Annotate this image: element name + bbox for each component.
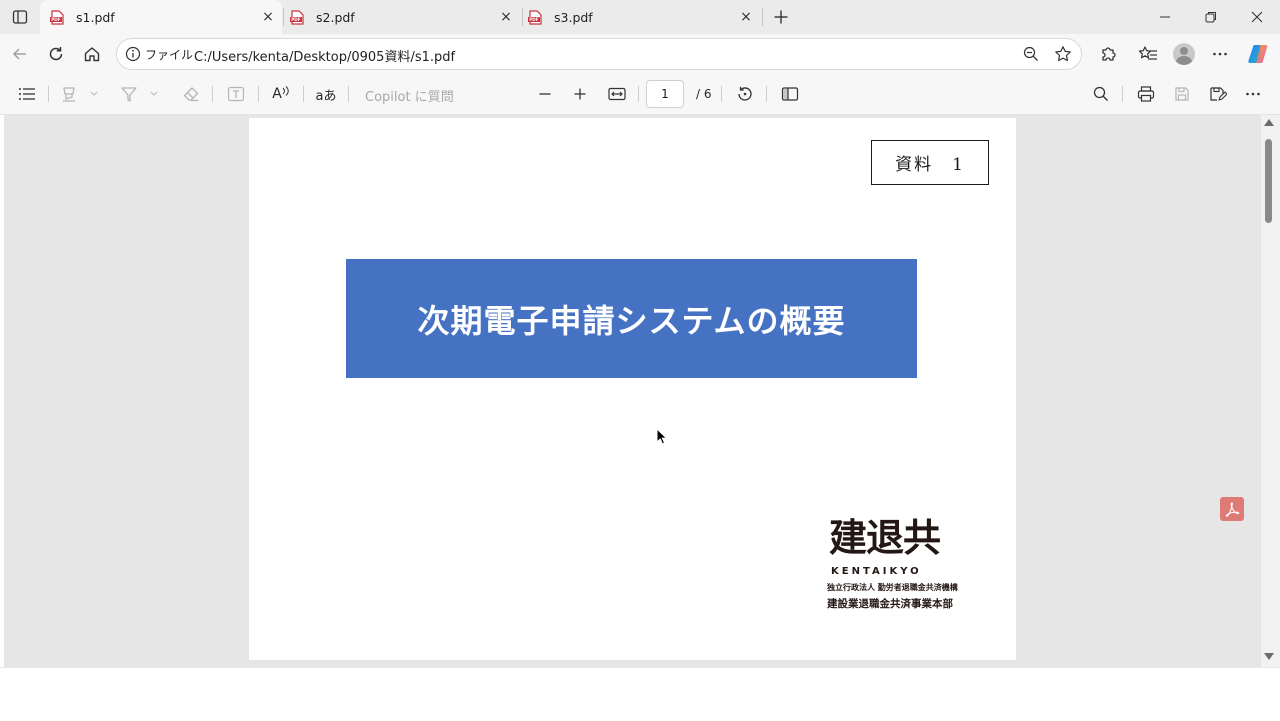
url-scheme-label: ファイル bbox=[145, 48, 194, 62]
highlight-icon[interactable] bbox=[58, 83, 80, 105]
document-number-box: 資料 1 bbox=[871, 140, 989, 185]
pdf-toolbar: A aあ Copilot に質問 1 / 6 bbox=[0, 74, 1280, 115]
logo-org-line2: 建設業退職金共済事業本部 bbox=[827, 598, 953, 610]
read-aloud-icon[interactable]: A bbox=[270, 83, 292, 105]
close-icon[interactable]: × bbox=[260, 9, 276, 25]
page-number-input[interactable]: 1 bbox=[646, 80, 684, 108]
chevron-down-icon[interactable] bbox=[146, 83, 162, 105]
pdf-viewer[interactable]: 資料 1 次期電子申請システムの概要 建退共 KENTAIKYO 独立行政法人 … bbox=[4, 115, 1261, 667]
logo-main-text: 建退共 bbox=[829, 516, 941, 560]
translate-label: aあ bbox=[315, 88, 337, 104]
window-close-icon[interactable] bbox=[1247, 7, 1267, 27]
zoom-out-minus-icon[interactable] bbox=[534, 83, 556, 105]
favorites-icon[interactable] bbox=[1136, 42, 1160, 66]
close-icon[interactable]: × bbox=[498, 9, 514, 25]
zoom-in-plus-icon[interactable] bbox=[569, 83, 591, 105]
window-bottom bbox=[0, 667, 1280, 721]
read-aloud-label: A bbox=[272, 86, 282, 102]
tab-s2[interactable]: PDF s2.pdf × bbox=[280, 0, 520, 34]
logo-org-line1: 独立行政法人 勤労者退職金共済機構 bbox=[827, 583, 958, 592]
draw-icon[interactable] bbox=[118, 83, 140, 105]
search-icon[interactable] bbox=[1090, 83, 1112, 105]
document-title: 次期電子申請システムの概要 bbox=[417, 301, 846, 340]
page-total: / 6 bbox=[696, 87, 712, 101]
refresh-icon[interactable] bbox=[44, 42, 68, 66]
minimize-icon[interactable] bbox=[1155, 7, 1175, 27]
pdf-page: 資料 1 次期電子申請システムの概要 建退共 KENTAIKYO 独立行政法人 … bbox=[249, 118, 1016, 660]
zoom-out-icon[interactable] bbox=[1021, 44, 1041, 64]
toolbar-divider bbox=[212, 86, 213, 102]
pdf-file-icon: PDF bbox=[528, 9, 542, 25]
tab-divider bbox=[762, 8, 763, 26]
toolbar-divider bbox=[258, 86, 259, 102]
svg-text:PDF: PDF bbox=[51, 17, 61, 22]
close-icon[interactable]: × bbox=[738, 9, 754, 25]
logo-romaji: KENTAIKYO bbox=[831, 566, 922, 577]
info-icon[interactable] bbox=[125, 46, 141, 62]
toolbar-divider bbox=[638, 86, 639, 102]
address-bar[interactable]: ファイル C:/Users/kenta/Desktop/0905資料/s1.pd… bbox=[116, 38, 1082, 70]
text-icon[interactable] bbox=[225, 83, 247, 105]
toolbar-divider bbox=[1122, 86, 1123, 102]
tab-title: s1.pdf bbox=[76, 9, 115, 25]
toolbar-divider bbox=[348, 86, 349, 102]
pdf-file-icon: PDF bbox=[50, 9, 64, 25]
tab-title: s3.pdf bbox=[554, 9, 593, 25]
print-icon[interactable] bbox=[1135, 83, 1157, 105]
more-icon[interactable] bbox=[1242, 83, 1264, 105]
url-text[interactable]: C:/Users/kenta/Desktop/0905資料/s1.pdf bbox=[194, 46, 455, 65]
scroll-down-icon[interactable] bbox=[1264, 653, 1274, 660]
save-as-icon[interactable] bbox=[1207, 83, 1229, 105]
svg-text:PDF: PDF bbox=[291, 17, 301, 22]
page-view-icon[interactable] bbox=[779, 83, 801, 105]
restore-icon[interactable] bbox=[1201, 7, 1221, 27]
fit-page-icon[interactable] bbox=[606, 83, 628, 105]
home-icon[interactable] bbox=[80, 42, 104, 66]
favorite-star-icon[interactable] bbox=[1053, 44, 1073, 64]
acrobat-icon[interactable] bbox=[1220, 497, 1244, 521]
rotate-icon[interactable] bbox=[734, 83, 756, 105]
svg-text:PDF: PDF bbox=[529, 17, 539, 22]
profile-avatar[interactable] bbox=[1172, 42, 1196, 66]
toolbar-divider bbox=[766, 86, 767, 102]
scrollbar-thumb[interactable] bbox=[1265, 139, 1272, 223]
toolbar-divider bbox=[303, 86, 304, 102]
tab-s1[interactable]: PDF s1.pdf × bbox=[40, 0, 282, 34]
tab-s3[interactable]: PDF s3.pdf × bbox=[518, 0, 760, 34]
tab-actions-icon[interactable] bbox=[8, 6, 32, 28]
contents-icon[interactable] bbox=[16, 83, 38, 105]
navigation-bar: ファイル C:/Users/kenta/Desktop/0905資料/s1.pd… bbox=[0, 34, 1280, 74]
copilot-ask-input[interactable]: Copilot に質問 bbox=[365, 86, 454, 105]
vertical-scrollbar[interactable] bbox=[1261, 115, 1280, 667]
new-tab-icon[interactable] bbox=[770, 6, 792, 28]
kentaikyo-logo: 建退共 KENTAIKYO 独立行政法人 勤労者退職金共済機構 建設業退職金共済… bbox=[827, 516, 967, 616]
pdf-file-icon: PDF bbox=[290, 9, 304, 25]
scroll-up-icon[interactable] bbox=[1264, 119, 1274, 126]
back-icon[interactable] bbox=[8, 42, 32, 66]
toolbar-divider bbox=[721, 86, 722, 102]
toolbar-divider bbox=[48, 86, 49, 102]
tab-strip: PDF s1.pdf × PDF s2.pdf × PDF s3.pdf × bbox=[0, 0, 1280, 34]
more-icon[interactable] bbox=[1208, 42, 1232, 66]
chevron-down-icon[interactable] bbox=[86, 83, 102, 105]
save-icon[interactable] bbox=[1171, 83, 1193, 105]
translate-icon[interactable]: aあ bbox=[314, 83, 338, 105]
extensions-icon[interactable] bbox=[1096, 42, 1120, 66]
title-banner: 次期電子申請システムの概要 bbox=[346, 259, 917, 378]
copilot-icon[interactable] bbox=[1246, 42, 1270, 66]
tab-title: s2.pdf bbox=[316, 9, 355, 25]
erase-icon[interactable] bbox=[180, 83, 202, 105]
mouse-cursor-icon bbox=[656, 428, 668, 446]
